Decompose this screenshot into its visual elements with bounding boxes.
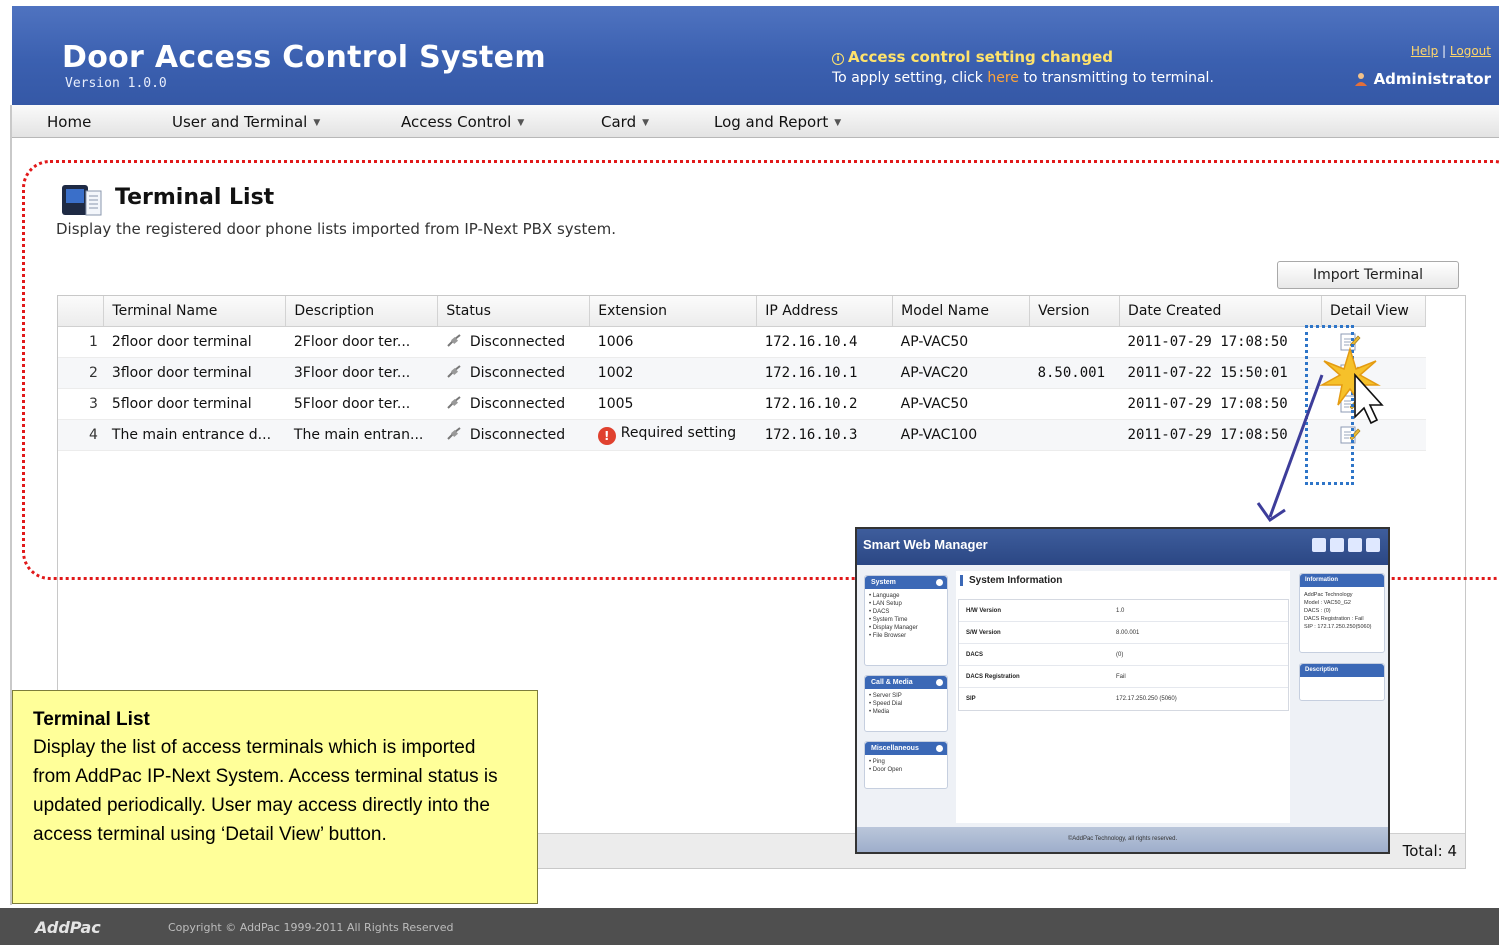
swm-info-value: 8.00.001: [1116, 630, 1140, 636]
swm-info-key: H/W Version: [966, 608, 1002, 614]
swm-main-title: System Information: [960, 575, 1062, 586]
swm-info-value: Fail: [1116, 674, 1126, 680]
swm-menu-system: System • Language • LAN Setup • DACS • S…: [864, 575, 948, 666]
callout-title: Terminal List: [33, 709, 150, 730]
swm-menu-item[interactable]: • DACS: [869, 608, 943, 616]
swm-menu-item[interactable]: • LAN Setup: [869, 600, 943, 608]
swm-menu-item[interactable]: • System Time: [869, 616, 943, 624]
swm-information-line: AddPac Technology: [1304, 592, 1353, 598]
swm-info-key: SIP: [966, 696, 976, 702]
swm-menu-item[interactable]: • Language: [869, 592, 943, 600]
swm-information-line: Model : VAC50_G2: [1304, 600, 1351, 606]
swm-info-value: 1.0: [1116, 608, 1125, 614]
swm-menu-items: • Language • LAN Setup • DACS • System T…: [865, 589, 947, 643]
top-links: Help | Logout: [1411, 44, 1491, 58]
menu-access-control-label: Access Control: [401, 113, 512, 131]
swm-main-panel: System Information H/W Version 1.0 S/W Ve…: [956, 571, 1290, 823]
swm-brand: Smart Web Manager: [863, 537, 988, 552]
notice-suffix: to transmitting to terminal.: [1018, 70, 1214, 86]
pointer-arrow-line: [1268, 374, 1324, 518]
swm-information-title: Information: [1300, 574, 1384, 587]
swm-info-value: 172.17.250.250 (5060): [1116, 696, 1177, 702]
chevron-down-icon: ▼: [642, 118, 650, 128]
menu-log-report-label: Log and Report: [714, 113, 829, 131]
link-separator: |: [1442, 44, 1447, 58]
help-link[interactable]: Help: [1411, 44, 1438, 58]
swm-info-row: DACS (0): [959, 644, 1288, 666]
swm-description-title: Description: [1300, 664, 1384, 677]
menu-log-and-report[interactable]: Log and Report ▼: [714, 113, 841, 131]
notice-title-text: Access control setting changed: [848, 48, 1113, 66]
info-icon: i: [832, 53, 844, 65]
chevron-down-icon: ▼: [313, 118, 321, 128]
page-footer: AddPac Copyright © AddPac 1999-2011 All …: [0, 908, 1499, 945]
swm-info-key: S/W Version: [966, 630, 1001, 636]
swm-menu-item[interactable]: • Ping: [869, 758, 943, 766]
swm-menu-item[interactable]: • Display Manager: [869, 624, 943, 632]
chevron-down-icon: ▼: [834, 118, 842, 128]
swm-header: Smart Web Manager: [857, 529, 1388, 565]
total-count: Total: 4: [1402, 842, 1457, 860]
menu-user-terminal-label: User and Terminal: [172, 113, 308, 131]
setting-changed-notice: i Access control setting changed: [832, 48, 1113, 66]
user-name: Administrator: [1373, 70, 1491, 88]
pointer-arrow-overlay: [1256, 346, 1384, 523]
swm-menu-item[interactable]: • Door Open: [869, 766, 943, 774]
swm-information-line: DACS Registration : Fail: [1304, 616, 1364, 622]
menu-user-and-terminal[interactable]: User and Terminal ▼: [172, 113, 320, 131]
settings-icon[interactable]: [1312, 538, 1326, 552]
swm-info-table: H/W Version 1.0 S/W Version 8.00.001 DACS (…: [958, 599, 1289, 711]
swm-menu-item[interactable]: • Speed Dial: [869, 700, 943, 708]
copyright-text: Copyright © AddPac 1999-2011 All Rights …: [168, 921, 454, 934]
current-user: Administrator: [1354, 70, 1491, 88]
swm-info-row: SIP 172.17.250.250 (5060): [959, 688, 1288, 710]
swm-description-box: Description: [1299, 663, 1385, 701]
chevron-down-icon: ▼: [517, 118, 525, 128]
app-title: Door Access Control System: [62, 40, 546, 75]
swm-info-key: DACS Registration: [966, 674, 1020, 680]
menu-home-label: Home: [47, 113, 92, 131]
callout-body: Display the list of access terminals whi…: [33, 737, 498, 845]
swm-menu-title[interactable]: System: [865, 576, 947, 589]
swm-information-line: SIP : 172.17.250.250(5060): [1304, 624, 1372, 630]
notice-prefix: To apply setting, click: [832, 70, 988, 86]
swm-information-box: Information AddPac Technology Model : VA…: [1299, 573, 1385, 653]
swm-information-lines: AddPac Technology Model : VAC50_G2 DACS …: [1300, 587, 1384, 635]
menu-card-label: Card: [601, 113, 637, 131]
callout-note: Terminal List Display the list of access…: [12, 690, 538, 904]
swm-menu-title[interactable]: Call & Media: [865, 676, 947, 689]
app-version: Version 1.0.0: [65, 76, 167, 91]
swm-toolbar: [1308, 538, 1380, 556]
swm-footer: ©AddPac Technology, all rights reserved.: [857, 827, 1388, 852]
smart-web-manager-preview: Smart Web Manager System • Language • LA…: [855, 527, 1390, 854]
swm-info-key: DACS: [966, 652, 984, 658]
app-header: Door Access Control System Version 1.0.0…: [12, 6, 1499, 105]
swm-menu-miscellaneous: Miscellaneous • Ping • Door Open: [864, 741, 948, 789]
info-icon[interactable]: [1330, 538, 1344, 552]
menu-home[interactable]: Home: [47, 113, 91, 131]
window-icon[interactable]: [1366, 538, 1380, 552]
swm-info-row: DACS Registration Fail: [959, 666, 1288, 688]
swm-menu-items: • Server SIP • Speed Dial • Media: [865, 689, 947, 719]
user-icon: [1354, 73, 1367, 86]
menu-access-control[interactable]: Access Control ▼: [401, 113, 524, 131]
swm-menu-item[interactable]: • File Browser: [869, 632, 943, 640]
swm-menu-item[interactable]: • Media: [869, 708, 943, 716]
menu-card[interactable]: Card ▼: [601, 113, 649, 131]
swm-menu-title[interactable]: Miscellaneous: [865, 742, 947, 755]
swm-body: System • Language • LAN Setup • DACS • S…: [857, 565, 1388, 829]
addpac-logo: AddPac: [35, 918, 101, 937]
main-menu: Home User and Terminal ▼ Access Control ▼ …: [12, 105, 1499, 138]
swm-info-row: S/W Version 8.00.001: [959, 622, 1288, 644]
swm-menu-item[interactable]: • Server SIP: [869, 692, 943, 700]
swm-menu-items: • Ping • Door Open: [865, 755, 947, 777]
logout-link[interactable]: Logout: [1450, 44, 1491, 58]
swm-information-line: DACS : (0): [1304, 608, 1331, 614]
save-icon[interactable]: [1348, 538, 1362, 552]
notice-message: To apply setting, click here to transmit…: [832, 70, 1214, 86]
swm-menu-call-media: Call & Media • Server SIP • Speed Dial •…: [864, 675, 948, 732]
apply-setting-link[interactable]: here: [987, 70, 1019, 86]
swm-info-row: H/W Version 1.0: [959, 600, 1288, 622]
swm-info-value: (0): [1116, 652, 1124, 658]
